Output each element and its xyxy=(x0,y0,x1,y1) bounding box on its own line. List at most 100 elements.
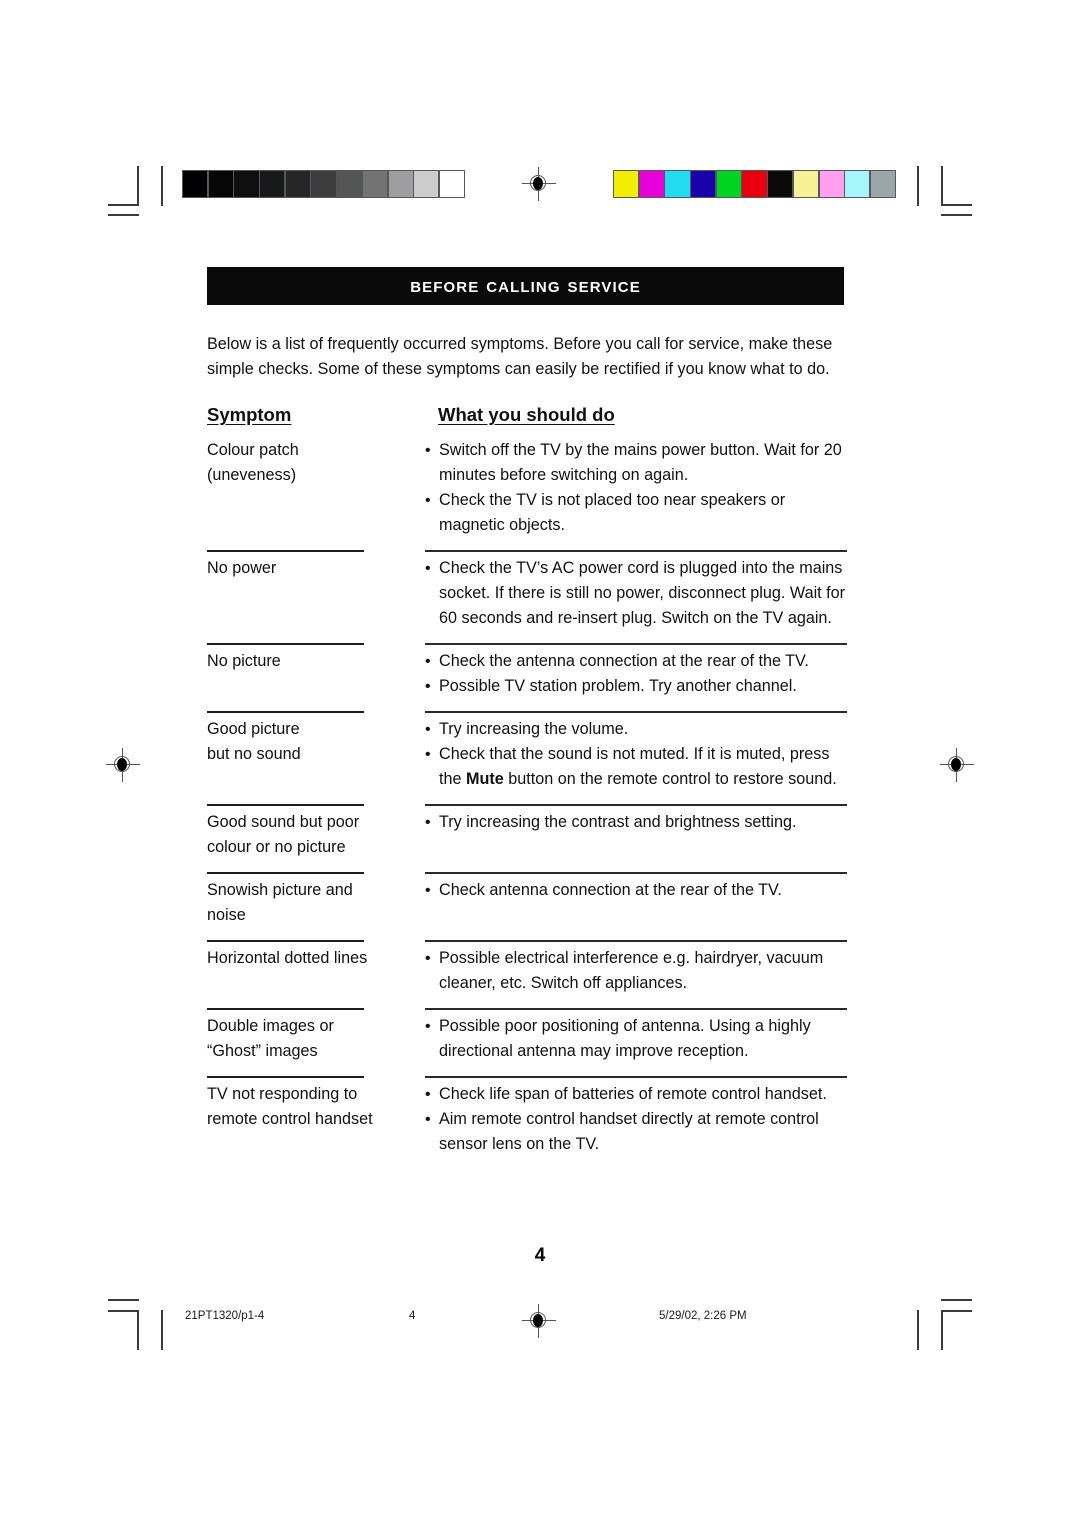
action-bullet-item: • Check the antenna connection at the rea… xyxy=(425,649,847,674)
action-cell: • Try increasing the contrast and brightn… xyxy=(425,810,847,835)
table-row-cells: Colour patch (uneveness) • Switch off the T… xyxy=(207,438,847,538)
table-row: No power • Check the TV’s AC power cord is… xyxy=(207,556,847,631)
crop-mark-top-left-trim xyxy=(161,166,163,206)
crop-mark-bottom-right-bleed xyxy=(941,1299,972,1301)
symptom-cell: Good picture but no sound xyxy=(207,720,301,763)
row-divider-left xyxy=(207,711,364,713)
action-cell: • Check antenna connection at the rear of… xyxy=(425,878,847,903)
bullet-icon: • xyxy=(425,560,431,577)
table-column-headers: Symptom What you should do xyxy=(207,404,847,430)
bullet-icon: • xyxy=(425,1018,431,1035)
colour-swatch xyxy=(845,171,870,197)
action-bullet-item: • Check that the sound is not muted. If i… xyxy=(425,742,847,792)
grayscale-swatch xyxy=(208,171,233,197)
table-row: TV not responding to remote control hands… xyxy=(207,1082,847,1157)
colour-swatch xyxy=(768,171,793,197)
colour-swatch xyxy=(716,171,741,197)
row-divider-right xyxy=(425,643,847,645)
table-row-cells: TV not responding to remote control hands… xyxy=(207,1082,847,1157)
bullet-icon: • xyxy=(425,442,431,459)
crop-mark-bottom-left-horizontal xyxy=(108,1310,139,1312)
bullet-icon: • xyxy=(425,1111,431,1128)
row-divider-left xyxy=(207,1008,364,1010)
page-header-bar: Before Calling Service xyxy=(207,267,844,305)
registration-target-bottom-center xyxy=(522,1304,556,1338)
registration-target-right-middle xyxy=(940,748,974,782)
grayscale-swatch xyxy=(285,171,310,197)
page-number: 4 xyxy=(534,1245,546,1266)
colour-swatch xyxy=(742,171,767,197)
symptom-cell: Good sound but poor colour or no picture xyxy=(207,813,360,856)
registration-target-left-middle xyxy=(106,748,140,782)
bullet-icon: • xyxy=(425,721,431,738)
grayscale-swatch xyxy=(183,171,208,197)
colour-swatch xyxy=(819,171,844,197)
table-row-cells: No picture • Check the antenna connection … xyxy=(207,649,847,699)
action-bullet-item: • Try increasing the contrast and brightn… xyxy=(425,810,847,835)
symptom-cell: Horizontal dotted lines xyxy=(207,949,368,967)
row-divider-right xyxy=(425,550,847,552)
action-bullet-item: • Check the TV is not placed too near spe… xyxy=(425,488,847,538)
row-divider-left xyxy=(207,940,364,942)
crop-mark-bottom-left-vertical xyxy=(137,1310,139,1350)
row-divider xyxy=(207,1064,847,1082)
troubleshooting-table: Colour patch (uneveness) • Switch off the T… xyxy=(207,438,847,1157)
crop-mark-top-right-vertical xyxy=(941,166,943,206)
bullet-icon: • xyxy=(425,950,431,967)
grayscale-swatch xyxy=(362,171,387,197)
row-divider xyxy=(207,996,847,1014)
row-divider xyxy=(207,631,847,649)
crop-mark-top-left-horizontal xyxy=(108,204,139,206)
table-row-cells: Horizontal dotted lines • Possible electri… xyxy=(207,946,847,996)
grayscale-swatch xyxy=(337,171,362,197)
grayscale-swatch xyxy=(311,171,336,197)
symptom-cell: Double images or “Ghost” images xyxy=(207,1017,334,1060)
action-bullet-item: • Possible poor positioning of antenna. U… xyxy=(425,1014,847,1064)
footer-page-number: 4 xyxy=(409,1310,416,1322)
colour-swatch xyxy=(665,171,690,197)
table-row-cells: Double images or “Ghost” images • Possible … xyxy=(207,1014,847,1064)
row-divider xyxy=(207,699,847,717)
crop-mark-bottom-left-trim xyxy=(161,1310,163,1350)
row-divider-right xyxy=(425,940,847,942)
row-divider-right xyxy=(425,1008,847,1010)
crop-mark-top-left-vertical xyxy=(137,166,139,206)
colour-calibration-bar xyxy=(613,170,896,198)
row-divider xyxy=(207,792,847,810)
row-divider xyxy=(207,860,847,878)
table-row: Colour patch (uneveness) • Switch off the T… xyxy=(207,438,847,538)
emphasized-term: Mute xyxy=(466,770,504,788)
table-row: Double images or “Ghost” images • Possible … xyxy=(207,1014,847,1064)
action-bullet-item: • Possible TV station problem. Try anothe… xyxy=(425,674,847,699)
action-cell: • Possible poor positioning of antenna. U… xyxy=(425,1014,847,1064)
crop-mark-bottom-left-bleed xyxy=(108,1299,139,1301)
crop-mark-top-right-trim xyxy=(917,166,919,206)
table-row: Good picture but no sound • Try increasing … xyxy=(207,717,847,792)
table-row-cells: No power • Check the TV’s AC power cord is… xyxy=(207,556,847,631)
action-bullet-item: • Switch off the TV by the mains power bu… xyxy=(425,438,847,488)
crop-mark-bottom-right-vertical xyxy=(941,1310,943,1350)
row-divider-right xyxy=(425,1076,847,1078)
bullet-icon: • xyxy=(425,653,431,670)
table-row: Snowish picture and noise • Check antenna c… xyxy=(207,878,847,928)
row-divider xyxy=(207,538,847,556)
page-title: Before Calling Service xyxy=(410,274,641,297)
crop-mark-top-right-bleed xyxy=(941,214,972,216)
grayscale-swatch xyxy=(234,171,259,197)
action-bullet-item: • Check life span of batteries of remote … xyxy=(425,1082,847,1107)
row-divider-right xyxy=(425,711,847,713)
row-divider-left xyxy=(207,872,364,874)
footer-timestamp: 5/29/02, 2:26 PM xyxy=(659,1310,747,1322)
table-row: Horizontal dotted lines • Possible electri… xyxy=(207,946,847,996)
table-row-cells: Snowish picture and noise • Check antenna c… xyxy=(207,878,847,924)
colour-swatch xyxy=(614,171,639,197)
grayscale-calibration-bar xyxy=(182,170,465,198)
row-divider-left xyxy=(207,550,364,552)
table-row-cells: Good sound but poor colour or no picture •… xyxy=(207,810,847,856)
crop-mark-bottom-right-trim xyxy=(917,1310,919,1350)
bullet-icon: • xyxy=(425,882,431,899)
intro-paragraph: Below is a list of frequently occurred s… xyxy=(207,335,833,379)
bullet-icon: • xyxy=(425,492,431,509)
bullet-icon: • xyxy=(425,1086,431,1103)
symptom-cell: Colour patch (uneveness) xyxy=(207,441,299,484)
